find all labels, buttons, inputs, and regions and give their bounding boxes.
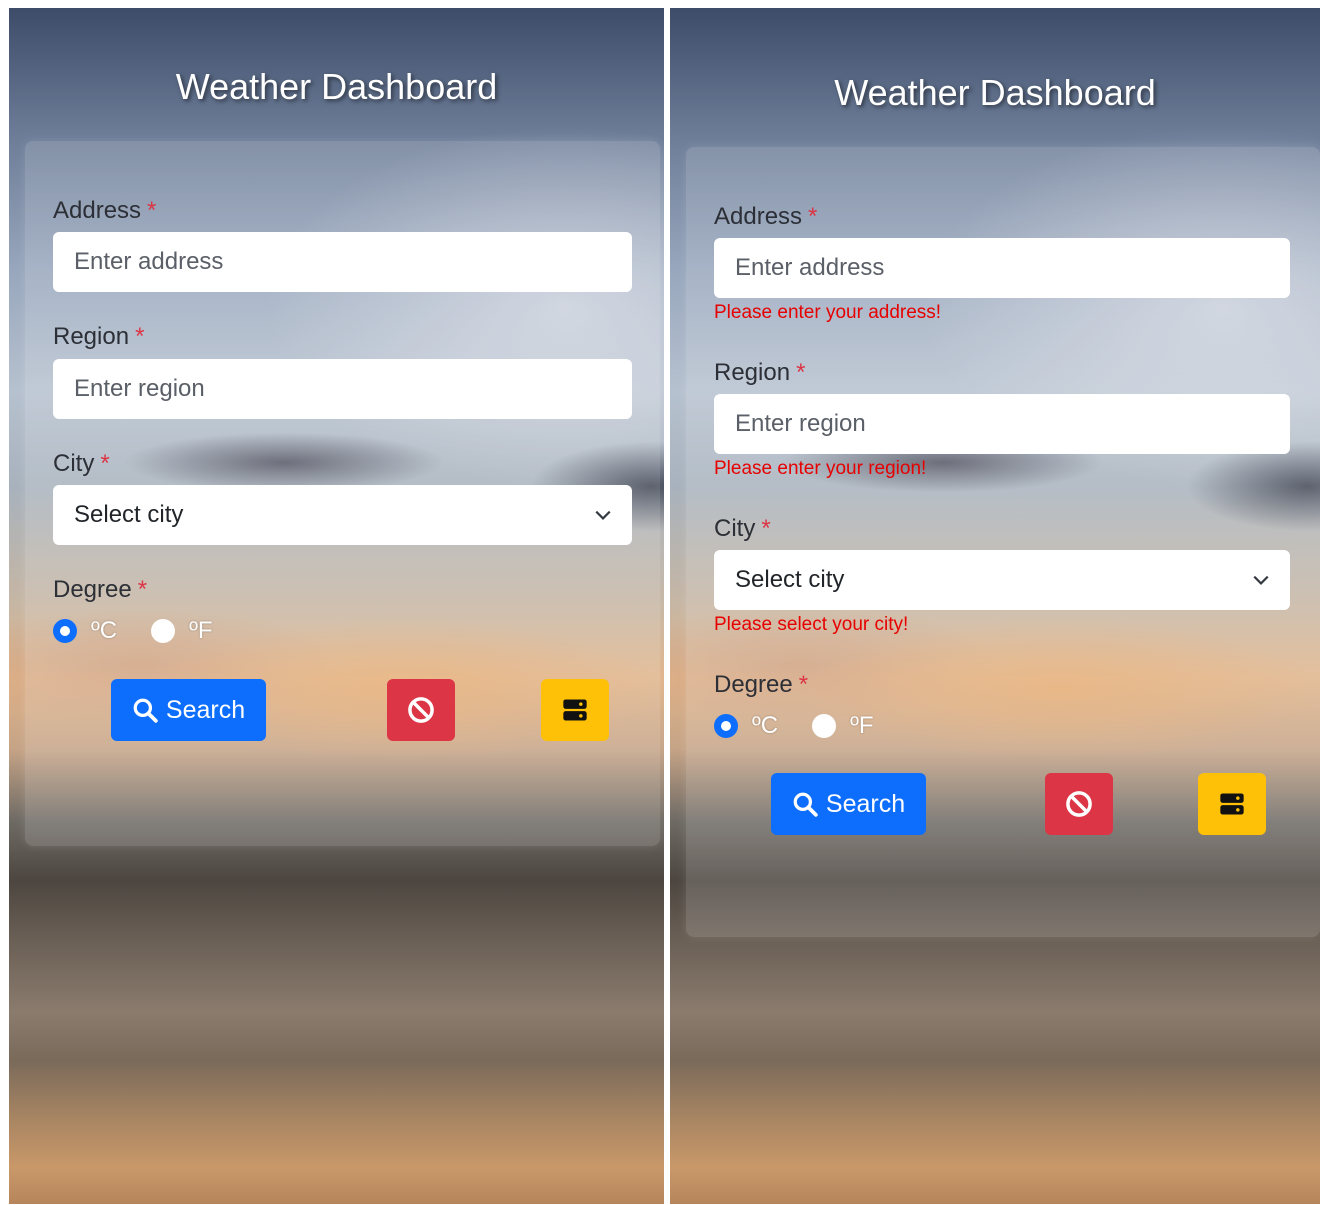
weather-panel-validation: Weather Dashboard Address * Enter address… xyxy=(670,8,1320,1204)
city-select[interactable]: Select city xyxy=(53,485,632,545)
page-title: Weather Dashboard xyxy=(834,72,1156,113)
address-input[interactable]: Enter address xyxy=(714,238,1290,298)
celsius-radio-label: ºC xyxy=(91,617,118,644)
city-label: City * xyxy=(714,515,771,542)
chevron-down-icon xyxy=(1253,575,1269,585)
required-mark: * xyxy=(796,359,806,386)
history-button[interactable] xyxy=(541,679,609,741)
storage-icon xyxy=(1220,793,1244,815)
search-button-label: Search xyxy=(825,789,906,818)
fahrenheit-radio[interactable] xyxy=(151,619,176,643)
history-button[interactable] xyxy=(1198,773,1266,835)
address-error: Please enter your address! xyxy=(714,302,942,323)
city-label: City * xyxy=(53,450,110,477)
weather-form-card: Address * Enter address Please enter your… xyxy=(686,147,1320,937)
required-mark: * xyxy=(135,323,145,350)
search-button[interactable]: Search xyxy=(771,773,926,835)
degree-radio-group: ºC ºF xyxy=(714,712,908,740)
search-icon xyxy=(793,792,818,817)
region-input[interactable]: Enter region xyxy=(714,394,1290,454)
search-button[interactable]: Search xyxy=(111,679,266,741)
region-label: Region * xyxy=(53,323,145,350)
fahrenheit-radio-label: ºF xyxy=(850,712,874,739)
celsius-radio[interactable] xyxy=(714,714,738,738)
address-label: Address * xyxy=(53,197,157,224)
city-select[interactable]: Select city xyxy=(714,550,1290,610)
chevron-down-icon xyxy=(595,510,611,520)
weather-form-card: Address * Enter address Region * Enter reg… xyxy=(25,141,660,846)
address-input[interactable]: Enter address xyxy=(53,232,632,292)
region-input[interactable]: Enter region xyxy=(53,359,632,419)
required-mark: * xyxy=(147,197,157,224)
degree-label: Degree * xyxy=(53,576,148,603)
degree-label: Degree * xyxy=(714,671,809,698)
region-error: Please enter your region! xyxy=(714,458,927,479)
celsius-radio-label: ºC xyxy=(752,712,779,739)
search-button-label: Search xyxy=(165,695,246,724)
clear-button[interactable] xyxy=(387,679,455,741)
region-label: Region * xyxy=(714,359,806,386)
ban-icon xyxy=(1066,791,1092,817)
required-mark: * xyxy=(798,671,809,698)
address-label: Address * xyxy=(714,203,818,230)
city-error: Please select your city! xyxy=(714,614,909,635)
ban-icon xyxy=(408,697,434,723)
weather-panel-default: Weather Dashboard Address * Enter address… xyxy=(9,8,664,1204)
clear-button[interactable] xyxy=(1045,773,1113,835)
required-mark: * xyxy=(808,203,818,230)
city-select-value: Select city xyxy=(74,501,184,528)
celsius-radio[interactable] xyxy=(53,619,77,643)
degree-radio-group: ºC ºF xyxy=(53,617,247,645)
city-select-value: Select city xyxy=(735,566,845,593)
search-icon xyxy=(133,698,158,723)
fahrenheit-radio[interactable] xyxy=(812,714,837,738)
page-title: Weather Dashboard xyxy=(175,66,498,107)
fahrenheit-radio-label: ºF xyxy=(189,617,213,644)
storage-icon xyxy=(563,699,587,721)
required-mark: * xyxy=(100,450,110,477)
required-mark: * xyxy=(137,576,148,603)
required-mark: * xyxy=(761,515,771,542)
